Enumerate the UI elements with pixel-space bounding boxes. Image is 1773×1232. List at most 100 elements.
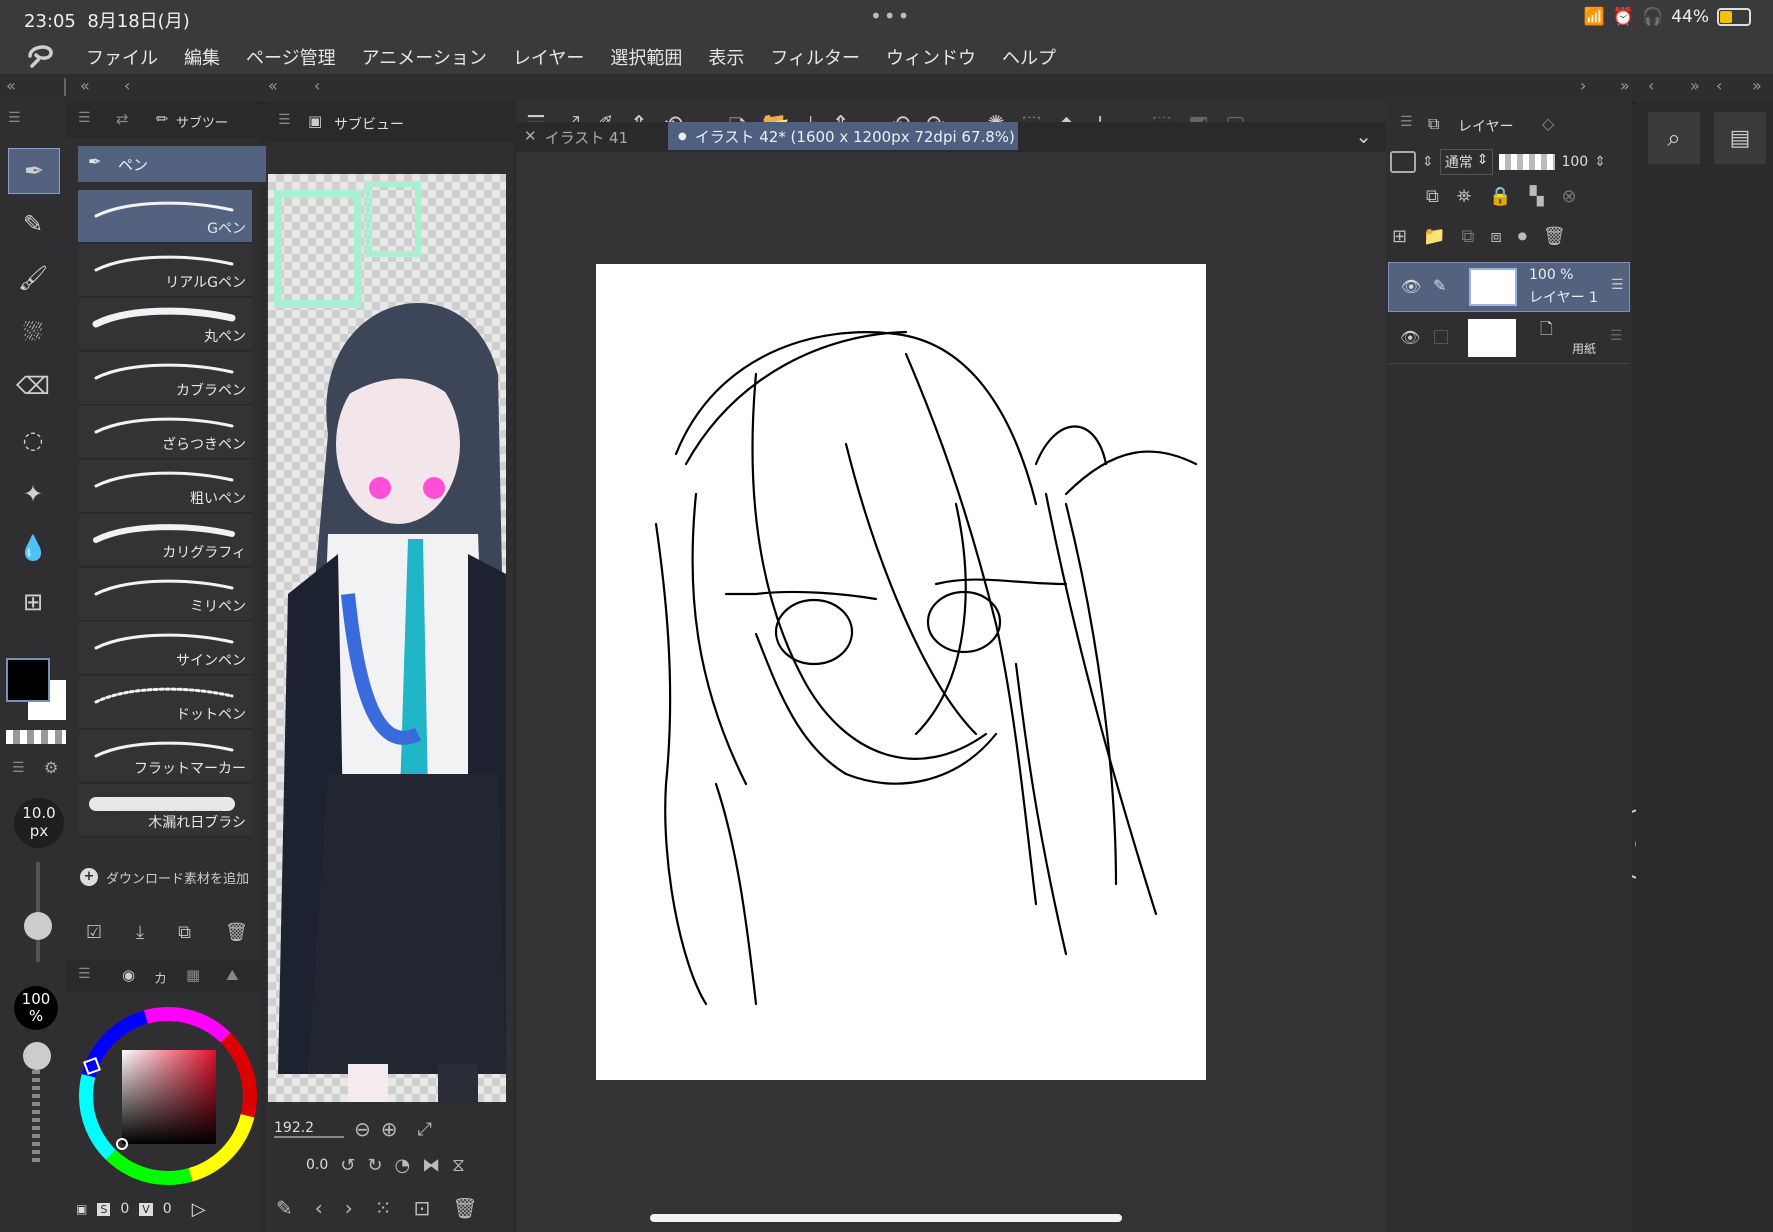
clip-layer-icon[interactable]: ⧉ xyxy=(1426,186,1439,207)
chevron-left-icon[interactable]: ‹ xyxy=(314,76,320,95)
chevron-left-icon[interactable]: ‹ xyxy=(1648,76,1654,95)
layer-opacity-value[interactable]: 100 xyxy=(1561,154,1588,170)
pencil-tool-icon[interactable]: ✎ xyxy=(8,202,58,246)
menu-item[interactable]: フィルター xyxy=(770,44,860,70)
menu-item[interactable]: レイヤー xyxy=(513,44,584,70)
brush-size-slider-thumb[interactable] xyxy=(24,912,52,940)
fit-icon[interactable]: ⤢ xyxy=(418,1119,432,1140)
grid-tool-icon[interactable]: ⊞ xyxy=(8,580,58,624)
panel-menu-icon[interactable]: ☰ xyxy=(78,966,91,982)
flip-horizontal-icon[interactable]: ⧓ xyxy=(422,1155,440,1176)
chevron-left-icon[interactable]: ‹ xyxy=(124,76,130,95)
brush-item[interactable]: サインペン xyxy=(78,622,252,675)
settings-sliders-icon[interactable]: ⚙ xyxy=(44,758,58,777)
trash-icon[interactable]: 🗑 xyxy=(225,922,248,943)
expand-right-icon[interactable]: » xyxy=(1690,76,1700,95)
menu-item[interactable]: ウィンドウ xyxy=(886,44,976,70)
expand-right-icon[interactable]: » xyxy=(1752,76,1762,95)
visibility-eye-icon[interactable]: 👁 xyxy=(1401,277,1421,296)
brush-item[interactable]: 丸ペン xyxy=(78,298,252,351)
color-wheel[interactable] xyxy=(76,1004,260,1188)
rotate-left-icon[interactable]: ↺ xyxy=(340,1155,355,1176)
panel-menu-icon[interactable]: ☰ xyxy=(78,110,91,126)
brush-item[interactable]: 粗いペン xyxy=(78,460,252,513)
color-wheel-tab-icon[interactable]: ◉ xyxy=(122,966,135,984)
opacity-slider-thumb[interactable] xyxy=(23,1042,51,1070)
next-image-icon[interactable]: › xyxy=(345,1196,353,1220)
new-layer-icon[interactable]: ⊞ xyxy=(1392,226,1407,247)
play-icon[interactable]: ▷ xyxy=(192,1199,206,1220)
color-tab-label[interactable]: カ xyxy=(154,968,167,987)
reset-rotation-icon[interactable]: ◔ xyxy=(394,1155,410,1176)
swap-icon[interactable]: ⇄ xyxy=(116,110,129,128)
layer-color-icon[interactable] xyxy=(1390,151,1416,173)
subview-rotation-value[interactable]: 0.0 xyxy=(306,1157,328,1173)
trash-icon[interactable]: 🗑 xyxy=(1543,226,1566,247)
brush-item[interactable]: リアルGペン xyxy=(78,244,252,297)
zoom-in-icon[interactable]: ⊕ xyxy=(381,1117,398,1141)
copy-layer-icon[interactable]: ⧉ xyxy=(1462,226,1475,247)
merge-layer-icon[interactable]: ⧈ xyxy=(1490,226,1501,247)
image-grid-icon[interactable]: ⁙ xyxy=(375,1196,392,1220)
close-tab-icon[interactable]: ✕ xyxy=(524,127,537,148)
lock-transparency-icon[interactable]: ▚ xyxy=(1530,186,1544,207)
menu-item[interactable]: アニメーション xyxy=(362,44,487,70)
lasso-tool-icon[interactable]: ◌ xyxy=(8,418,58,462)
stepper-icon[interactable]: ⇕ xyxy=(1422,154,1434,170)
panel-menu-icon[interactable]: ☰ xyxy=(12,760,25,776)
opacity-indicator[interactable]: 100 % xyxy=(14,986,58,1030)
blend-tool-icon[interactable]: 💧 xyxy=(8,526,58,570)
panel-menu-icon[interactable]: ☰ xyxy=(278,112,291,128)
eyedropper-icon[interactable]: ✎ xyxy=(276,1196,293,1220)
subview-tab-label[interactable]: サブビュー xyxy=(334,114,404,134)
menu-item[interactable]: 表示 xyxy=(708,44,744,70)
brush-item[interactable]: Gペン xyxy=(78,190,252,243)
primary-color-swatch[interactable] xyxy=(6,658,50,702)
brush-item[interactable]: ドットペン xyxy=(78,676,252,729)
brush-item[interactable]: 木漏れ日ブラシ xyxy=(78,784,252,837)
layer-row-2[interactable]: 👁 🗋 用紙 ☰ xyxy=(1388,314,1630,364)
duplicate-icon[interactable]: ⧉ xyxy=(178,922,191,943)
layer-row-1[interactable]: 👁 ✎ 100 % レイヤー 1 ☰ xyxy=(1388,262,1630,312)
color-set-tab-icon[interactable]: ▦ xyxy=(186,966,200,984)
layer-menu-icon[interactable]: ☰ xyxy=(1611,277,1624,293)
new-folder-icon[interactable]: 📁 xyxy=(1423,226,1445,247)
brush-tool-icon[interactable]: 🖌 xyxy=(8,256,58,300)
reference-layer-icon[interactable]: ⛯ xyxy=(1457,186,1471,207)
canvas-tab-2[interactable]: ● イラスト 42* (1600 x 1200px 72dpi 67.8%) xyxy=(668,122,1018,150)
brush-item[interactable]: ざらつきペン xyxy=(78,406,252,459)
layer-menu-icon[interactable]: ☰ xyxy=(1610,328,1623,344)
menu-item[interactable]: ページ管理 xyxy=(246,44,336,70)
panel-menu-icon[interactable]: ☰ xyxy=(8,110,21,126)
subtool-settings-icon[interactable]: ☑ xyxy=(86,922,102,943)
chevron-down-icon[interactable]: ⌄ xyxy=(1355,124,1372,148)
chevron-left-icon[interactable]: ‹ xyxy=(1716,76,1722,95)
collapse-double-left-icon[interactable]: « xyxy=(80,76,90,95)
add-download-material[interactable]: + ダウンロード素材を追加 xyxy=(80,862,260,892)
prev-image-icon[interactable]: ‹ xyxy=(315,1196,323,1220)
collapse-left-icon[interactable]: « xyxy=(6,76,16,95)
multitask-dots-icon[interactable]: ••• xyxy=(870,4,911,28)
menu-item[interactable]: ファイル xyxy=(86,44,158,70)
mask-off-icon[interactable]: ⊗ xyxy=(1562,186,1577,207)
subview-zoom-value[interactable]: 192.2 xyxy=(274,1120,344,1138)
sparkle-tool-icon[interactable]: ✦ xyxy=(8,472,58,516)
menu-item[interactable]: 編集 xyxy=(184,44,220,70)
chevron-right-icon[interactable]: › xyxy=(1580,76,1586,95)
search-icon[interactable]: ⌕ xyxy=(1648,112,1700,164)
collapse-subview-icon[interactable]: « xyxy=(268,76,278,95)
canvas-paper[interactable] xyxy=(596,264,1206,1080)
brush-item[interactable]: フラットマーカー xyxy=(78,730,252,783)
layer-tab-label[interactable]: レイヤー xyxy=(1458,116,1514,136)
material-panel-icon[interactable]: ▤ xyxy=(1714,112,1766,164)
color-history-tab-icon[interactable]: ⛰ xyxy=(226,966,239,984)
rotate-right-icon[interactable]: ↻ xyxy=(367,1155,382,1176)
lock-icon[interactable]: 🔒 xyxy=(1489,186,1511,207)
color-mode-icon[interactable]: ▣ xyxy=(76,1202,87,1216)
layer-properties-tab-icon[interactable]: ◇ xyxy=(1542,114,1554,133)
layer-mask-icon[interactable]: ⏺ xyxy=(1518,226,1527,247)
airbrush-tool-icon[interactable]: ⛆ xyxy=(8,310,58,354)
app-logo-icon[interactable] xyxy=(26,42,56,68)
expand-right-icon[interactable]: » xyxy=(1620,76,1630,95)
zoom-out-icon[interactable]: ⊖ xyxy=(354,1117,371,1141)
